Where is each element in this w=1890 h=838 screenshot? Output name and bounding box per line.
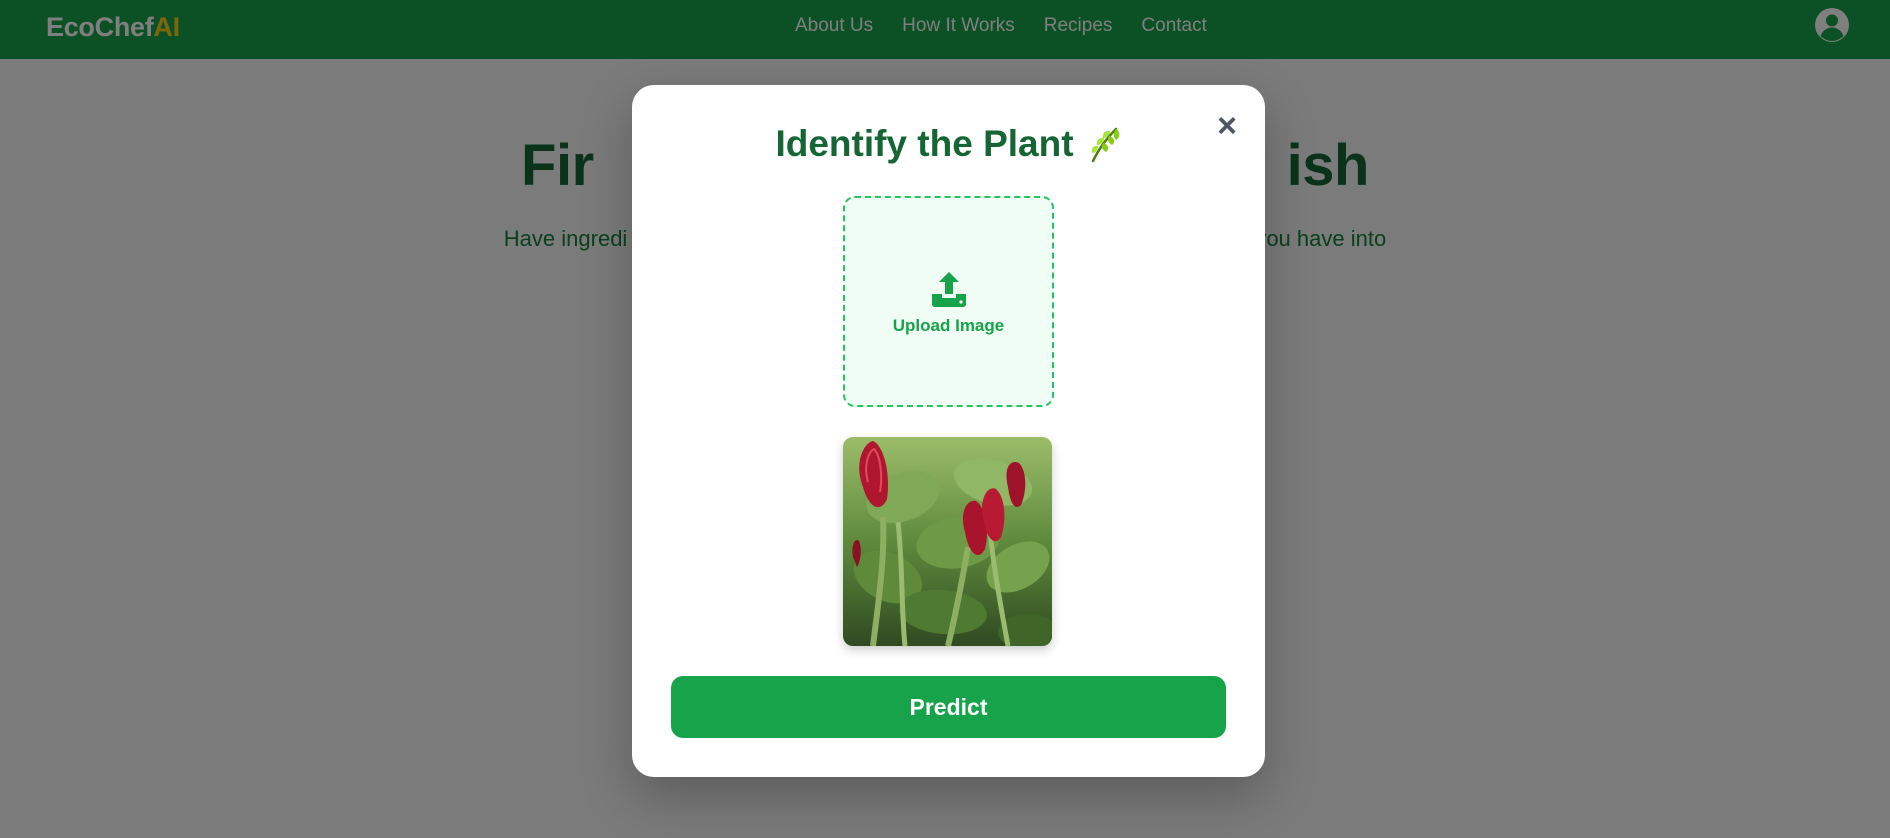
herb-leaf-icon bbox=[1088, 125, 1122, 163]
upload-icon bbox=[929, 268, 969, 308]
predict-button[interactable]: Predict bbox=[671, 676, 1226, 738]
uploaded-plant-preview bbox=[843, 437, 1052, 646]
upload-image-dropzone[interactable]: Upload Image bbox=[843, 196, 1054, 407]
modal-title: Identify the Plant bbox=[775, 123, 1074, 164]
upload-image-label: Upload Image bbox=[892, 315, 1005, 335]
identify-plant-modal: × Identify the Plant Upload Image Predic… bbox=[632, 85, 1265, 777]
modal-header: Identify the Plant bbox=[632, 123, 1265, 165]
